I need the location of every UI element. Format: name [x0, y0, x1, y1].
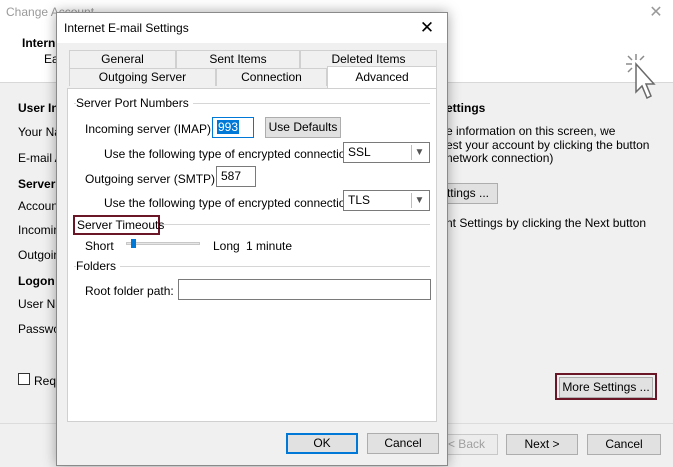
tab-advanced[interactable]: Advanced — [327, 66, 437, 88]
incoming-port-input[interactable]: 993 — [212, 117, 254, 138]
bg-user-info-heading: User In — [18, 101, 59, 115]
tab-outgoing-server[interactable]: Outgoing Server — [69, 68, 216, 86]
server-timeouts-heading: Server Timeouts — [77, 218, 165, 232]
bg-next-hint: nt Settings by clicking the Next button — [446, 216, 647, 230]
background-cancel-button[interactable]: Cancel — [587, 434, 661, 455]
tab-general[interactable]: General — [69, 50, 176, 68]
bg-right-line3: network connection) — [446, 151, 554, 165]
server-ports-heading: Server Port Numbers — [76, 96, 193, 110]
dialog-titlebar: Internet E-mail Settings ✕ — [57, 13, 447, 43]
bg-server-info-heading: Server — [18, 177, 56, 191]
chevron-down-icon: ▼ — [411, 193, 427, 208]
outgoing-encryption-label: Use the following type of encrypted conn… — [104, 196, 356, 210]
incoming-encryption-select[interactable]: SSL ▼ — [343, 142, 430, 163]
dialog-close-icon[interactable]: ✕ — [415, 17, 439, 39]
dialog-cancel-button[interactable]: Cancel — [367, 433, 439, 454]
background-close-icon[interactable]: ✕ — [645, 2, 667, 24]
tab-connection[interactable]: Connection — [216, 68, 327, 86]
bg-right-line1: e information on this screen, we — [446, 124, 616, 138]
ok-button[interactable]: OK — [286, 433, 358, 454]
outgoing-server-label: Outgoing server (SMTP): — [85, 172, 219, 186]
click-cursor-icon — [626, 54, 656, 100]
timeout-slider-track[interactable] — [126, 242, 200, 245]
chevron-down-icon: ▼ — [411, 145, 427, 160]
back-button[interactable]: < Back — [446, 434, 498, 455]
dialog-title: Internet E-mail Settings — [64, 21, 189, 35]
tab-sent-items[interactable]: Sent Items — [176, 50, 300, 68]
incoming-encryption-value: SSL — [348, 145, 371, 159]
incoming-port-value: 993 — [217, 120, 240, 134]
outgoing-encryption-value: TLS — [348, 193, 371, 207]
root-folder-input[interactable] — [178, 279, 431, 300]
bg-right-line2: est your account by clicking the button — [446, 138, 650, 152]
bg-logon-info-heading: Logon I — [18, 274, 62, 288]
folders-heading: Folders — [76, 259, 121, 273]
next-button[interactable]: Next > — [506, 434, 578, 455]
timeout-long-label: Long — [213, 239, 240, 253]
timeout-value-text: 1 minute — [246, 239, 293, 253]
advanced-tab-panel: Server Port Numbers Incoming server (IMA… — [67, 88, 437, 422]
bg-require-checkbox[interactable] — [18, 373, 30, 385]
incoming-encryption-label: Use the following type of encrypted conn… — [104, 147, 356, 161]
folders-divider — [74, 266, 430, 267]
outgoing-encryption-select[interactable]: TLS ▼ — [343, 190, 430, 211]
incoming-server-label: Incoming server (IMAP): — [85, 122, 215, 136]
timeout-short-label: Short — [85, 239, 114, 253]
more-settings-button[interactable]: More Settings ... — [559, 377, 653, 398]
bg-account-type-label: Account — [18, 199, 62, 213]
timeout-slider-thumb[interactable] — [130, 239, 136, 248]
internet-email-settings-dialog: Internet E-mail Settings ✕ General Sent … — [56, 12, 448, 466]
root-folder-label: Root folder path: — [85, 284, 174, 298]
outgoing-port-input[interactable]: 587 — [216, 166, 256, 187]
bg-right-heading: ettings — [446, 101, 486, 115]
background-header-title: Intern — [22, 36, 56, 50]
use-defaults-button[interactable]: Use Defaults — [265, 117, 341, 138]
